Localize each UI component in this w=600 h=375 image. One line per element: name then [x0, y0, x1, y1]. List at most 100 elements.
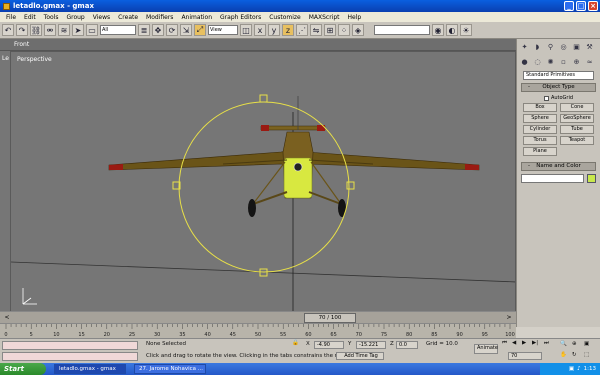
axis-y-icon[interactable]: y [268, 24, 280, 36]
material-editor-icon[interactable]: ◉ [432, 24, 444, 36]
animate-button[interactable]: Animate [474, 344, 498, 354]
autogrid-checkbox[interactable] [543, 95, 549, 101]
tray-network-icon[interactable]: ▣ [569, 366, 574, 372]
display-tab-icon[interactable]: ▣ [571, 41, 582, 52]
tube-button[interactable]: Tube [560, 125, 594, 134]
hierarchy-tab-icon[interactable]: ⚲ [545, 41, 556, 52]
sphere-button[interactable]: Sphere [523, 114, 557, 123]
maxscript-listener-top[interactable] [2, 341, 138, 350]
prev-key-icon[interactable]: ◀ [512, 340, 516, 346]
cylinder-button[interactable]: Cylinder [523, 125, 557, 134]
snapshot-icon[interactable]: ◈ [352, 24, 364, 36]
arcball-rotate-gizmo[interactable] [172, 94, 355, 277]
lock-selection-icon[interactable]: 🔒 [292, 340, 299, 346]
scale-icon[interactable]: ⇲ [180, 24, 192, 36]
x-coordinate-field[interactable]: -4.90 [314, 341, 344, 349]
maxscript-listener-bottom[interactable] [2, 352, 138, 361]
lights-icon[interactable]: ✺ [545, 56, 556, 67]
axis-z-icon[interactable]: z [282, 24, 294, 36]
align-icon[interactable]: ⊞ [324, 24, 336, 36]
menu-help[interactable]: Help [344, 14, 366, 21]
autogrid-toggle[interactable]: AutoGrid [517, 95, 600, 101]
axis-xy-icon[interactable]: ⋰ [296, 24, 308, 36]
object-color-swatch[interactable] [587, 174, 596, 183]
named-selection-dropdown[interactable] [374, 25, 430, 35]
perspective-viewport[interactable]: Perspective [10, 51, 516, 325]
menu-maxscript[interactable]: MAXScript [305, 14, 344, 21]
maximize-button[interactable]: □ [576, 1, 586, 11]
link-icon[interactable]: ⛓ [30, 24, 42, 36]
next-key-icon[interactable]: ▶| [532, 340, 538, 346]
zoom-all-icon[interactable]: ⊕ [572, 341, 577, 347]
menu-create[interactable]: Create [114, 14, 142, 21]
taskbar-item-music[interactable]: 27. Jarome Nohavica ... [134, 364, 206, 374]
torus-button[interactable]: Torus [523, 136, 557, 145]
axis-x-icon[interactable]: x [254, 24, 266, 36]
track-bar[interactable]: 0 5 10 15 20 25 30 35 40 45 50 55 60 65 70 75 80 85 90 95 10… [0, 323, 516, 338]
play-icon[interactable]: ▶ [522, 340, 526, 346]
menu-tools[interactable]: Tools [40, 14, 63, 21]
pivot-icon[interactable]: ◫ [240, 24, 252, 36]
time-slider-thumb[interactable]: 70 / 100 [304, 313, 356, 323]
current-frame-field[interactable]: 70 [508, 352, 542, 360]
zoom-icon[interactable]: 🔍 [560, 341, 567, 347]
teapot-button[interactable]: Teapot [560, 136, 594, 145]
rotate-icon[interactable]: ⟳ [166, 24, 178, 36]
geosphere-button[interactable]: GeoSphere [560, 114, 594, 123]
redo-icon[interactable]: ↷ [16, 24, 28, 36]
airplane-model[interactable] [108, 96, 480, 217]
prev-frame-button[interactable]: < [2, 314, 12, 322]
menu-graph-editors[interactable]: Graph Editors [216, 14, 265, 21]
left-viewport-strip[interactable]: Le [0, 51, 10, 325]
spacewarps-icon[interactable]: ≈ [584, 56, 595, 67]
name-color-rollout[interactable]: - Name and Color [521, 162, 596, 171]
select-by-name-icon[interactable]: ≣ [138, 24, 150, 36]
cone-button[interactable]: Cone [560, 103, 594, 112]
z-coordinate-field[interactable]: 0.0 [396, 341, 418, 349]
maximize-viewport-icon[interactable]: ⬚ [584, 352, 589, 358]
next-frame-button[interactable]: > [504, 314, 514, 322]
menu-customize[interactable]: Customize [265, 14, 305, 21]
cameras-icon[interactable]: ▫ [558, 56, 569, 67]
render-scene-icon[interactable]: ☀ [460, 24, 472, 36]
modify-tab-icon[interactable]: ◗ [532, 41, 543, 52]
coord-system-dropdown[interactable]: View [208, 25, 238, 35]
menu-animation[interactable]: Animation [177, 14, 216, 21]
front-viewport-header[interactable]: Front [0, 39, 516, 51]
bind-icon[interactable]: ≋ [58, 24, 70, 36]
tray-volume-icon[interactable]: ♪ [577, 366, 581, 372]
plane-button[interactable]: Plane [523, 147, 557, 156]
primitive-category-dropdown[interactable]: Standard Primitives [523, 71, 594, 80]
render-icon[interactable]: ◐ [446, 24, 458, 36]
array-icon[interactable]: ⁘ [338, 24, 350, 36]
y-coordinate-field[interactable]: -15.221 [356, 341, 386, 349]
geometry-icon[interactable]: ● [519, 56, 530, 67]
select-region-icon[interactable]: ▭ [86, 24, 98, 36]
helpers-icon[interactable]: ⊕ [571, 56, 582, 67]
object-name-field[interactable] [521, 174, 584, 183]
goto-start-icon[interactable]: ⏮ [502, 340, 507, 347]
move-icon[interactable]: ✥ [152, 24, 164, 36]
front-viewport-label[interactable]: Front [14, 41, 29, 48]
select-icon[interactable]: ➤ [72, 24, 84, 36]
left-viewport-label[interactable]: Le [2, 55, 9, 62]
close-button[interactable]: × [588, 1, 598, 11]
unlink-icon[interactable]: ⚮ [44, 24, 56, 36]
menu-file[interactable]: File [2, 14, 20, 21]
object-type-rollout[interactable]: - Object Type [521, 83, 596, 92]
undo-icon[interactable]: ↶ [2, 24, 14, 36]
add-time-tag-button[interactable]: Add Time Tag [336, 352, 384, 360]
arc-rotate-icon[interactable]: ↻ [572, 352, 577, 358]
menu-modifiers[interactable]: Modifiers [142, 14, 177, 21]
motion-tab-icon[interactable]: ◎ [558, 41, 569, 52]
menu-edit[interactable]: Edit [20, 14, 40, 21]
start-button[interactable]: Start [0, 363, 46, 375]
pan-icon[interactable]: ✋ [560, 352, 567, 358]
minimize-button[interactable]: _ [564, 1, 574, 11]
selection-filter-dropdown[interactable]: All [100, 25, 136, 35]
taskbar-item-gmax[interactable]: letadlo.gmax - gmax [54, 364, 126, 374]
menu-views[interactable]: Views [89, 14, 114, 21]
utilities-tab-icon[interactable]: ⚒ [584, 41, 595, 52]
menu-group[interactable]: Group [62, 14, 88, 21]
viewport-scene[interactable] [11, 52, 516, 325]
